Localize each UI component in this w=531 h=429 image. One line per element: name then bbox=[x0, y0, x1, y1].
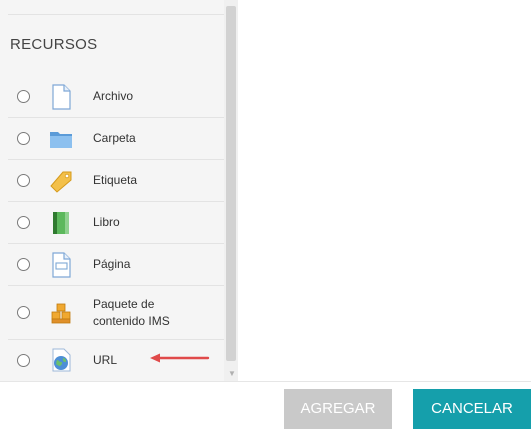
add-button[interactable]: AGREGAR bbox=[284, 389, 392, 429]
folder-icon bbox=[49, 126, 73, 152]
list-item-carpeta[interactable]: Carpeta bbox=[8, 118, 224, 160]
item-label: URL bbox=[93, 352, 118, 367]
radio-carpeta[interactable] bbox=[17, 132, 30, 145]
cancel-button[interactable]: CANCELAR bbox=[413, 389, 531, 429]
item-label: Página bbox=[93, 257, 131, 271]
file-icon bbox=[49, 83, 73, 110]
item-label: Etiqueta bbox=[93, 173, 138, 187]
section-title: RECURSOS bbox=[10, 36, 98, 53]
list-item-pagina[interactable]: Página bbox=[8, 244, 224, 286]
tag-icon bbox=[49, 168, 73, 194]
list-item-libro[interactable]: Libro bbox=[8, 202, 224, 244]
scrollbar[interactable]: ▼ bbox=[224, 0, 238, 381]
divider bbox=[0, 381, 531, 382]
item-label: Carpeta bbox=[93, 131, 136, 145]
divider bbox=[8, 14, 224, 15]
list-item-paquete-ims[interactable]: Paquete de contenido IMS bbox=[8, 286, 224, 340]
url-globe-icon bbox=[49, 347, 73, 373]
book-icon bbox=[49, 210, 73, 236]
list-item-archivo[interactable]: Archivo bbox=[8, 76, 224, 118]
radio-archivo[interactable] bbox=[17, 90, 30, 103]
scrollbar-thumb[interactable] bbox=[226, 6, 236, 361]
ims-package-icon bbox=[49, 300, 73, 326]
item-label: Paquete de contenido IMS bbox=[93, 296, 170, 328]
radio-pagina[interactable] bbox=[17, 258, 30, 271]
radio-etiqueta[interactable] bbox=[17, 174, 30, 187]
red-arrow-annotation bbox=[150, 353, 210, 363]
scroll-down-icon[interactable]: ▼ bbox=[228, 370, 236, 378]
radio-url[interactable] bbox=[17, 353, 30, 367]
item-label: Libro bbox=[93, 215, 120, 229]
radio-paquete-ims[interactable] bbox=[17, 306, 30, 319]
radio-libro[interactable] bbox=[17, 216, 30, 229]
page-icon bbox=[49, 251, 73, 278]
item-label: Archivo bbox=[93, 89, 134, 103]
list-item-etiqueta[interactable]: Etiqueta bbox=[8, 160, 224, 202]
resource-chooser-list: RECURSOS Archivo Carpeta Etiqueta Libro bbox=[0, 0, 238, 381]
